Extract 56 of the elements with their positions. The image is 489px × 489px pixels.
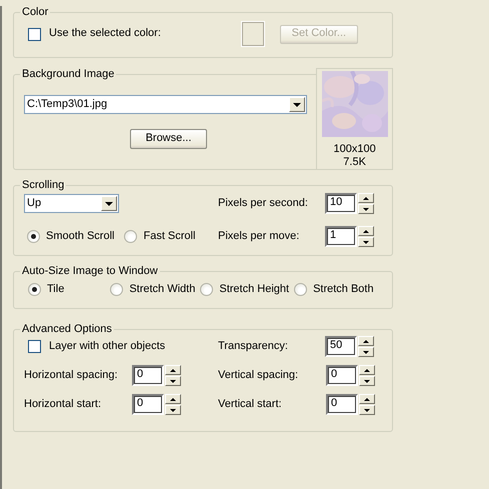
spin-down-button[interactable]: [165, 376, 181, 386]
spin-down-button[interactable]: [358, 237, 374, 248]
checkbox[interactable]: [28, 340, 41, 354]
spin-up-button[interactable]: [358, 336, 374, 346]
spin-down-button[interactable]: [359, 405, 375, 416]
field-label: Horizontal spacing:: [24, 369, 119, 382]
number-field[interactable]: 0: [132, 394, 164, 416]
checkbox-label: Use the selected color:: [49, 27, 161, 41]
number-field[interactable]: 50: [325, 336, 357, 358]
radio-label: Smooth Scroll: [46, 230, 114, 244]
group-title: Scrolling: [21, 179, 66, 192]
dropdown-button[interactable]: [289, 97, 305, 112]
field-label: Horizontal start:: [24, 398, 102, 412]
group-title: Color: [21, 6, 50, 19]
field-label: Pixels per second:: [218, 197, 309, 210]
radio-button[interactable]: [27, 230, 40, 244]
spin-up-button[interactable]: [359, 394, 375, 404]
group-title: Advanced Options: [21, 323, 113, 336]
spin-up-button[interactable]: [358, 193, 374, 204]
checkbox-label: Layer with other objects: [49, 340, 166, 354]
file-size: 7.5K: [343, 156, 366, 170]
radio-button[interactable]: [294, 282, 308, 296]
radio-label: Tile: [47, 282, 64, 296]
group-title: Background Image: [21, 68, 116, 81]
spin-down-button[interactable]: [359, 376, 375, 386]
number-field[interactable]: 1: [325, 226, 357, 248]
spin-down-button[interactable]: [358, 347, 374, 358]
checkbox[interactable]: [28, 28, 41, 40]
radio-label: Stretch Height: [219, 282, 290, 296]
radio-label: Stretch Width: [129, 282, 196, 296]
number-field[interactable]: 10: [325, 193, 357, 214]
browse-button[interactable]: Browse...: [130, 129, 207, 149]
spin-up-button[interactable]: [359, 365, 375, 376]
radio-button[interactable]: [200, 282, 214, 296]
spin-down-button[interactable]: [358, 204, 374, 214]
dropdown-field[interactable]: C:\Temp3\01.jpg: [24, 95, 307, 114]
radio-label: Stretch Both: [313, 282, 374, 296]
field-label: Transparency:: [218, 340, 289, 354]
spin-up-button[interactable]: [358, 226, 374, 236]
spin-down-button[interactable]: [165, 405, 181, 416]
radio-label: Fast Scroll: [143, 230, 196, 244]
radio-button[interactable]: [110, 282, 124, 296]
group-title: Auto-Size Image to Window: [21, 265, 159, 278]
dropdown-button[interactable]: [101, 196, 117, 212]
field-label: Pixels per move:: [218, 230, 300, 244]
spin-up-button[interactable]: [165, 394, 181, 404]
number-field[interactable]: 0: [326, 394, 358, 416]
dropdown-field[interactable]: Up: [24, 194, 119, 214]
image-dimensions: 100x100: [333, 143, 376, 156]
radio-button[interactable]: [124, 230, 138, 244]
spin-up-button[interactable]: [165, 365, 181, 376]
radio-button[interactable]: [28, 282, 41, 296]
number-field[interactable]: 0: [326, 365, 358, 386]
field-label: Vertical start:: [218, 398, 283, 412]
field-label: Vertical spacing:: [218, 369, 300, 382]
number-field[interactable]: 0: [132, 365, 164, 386]
